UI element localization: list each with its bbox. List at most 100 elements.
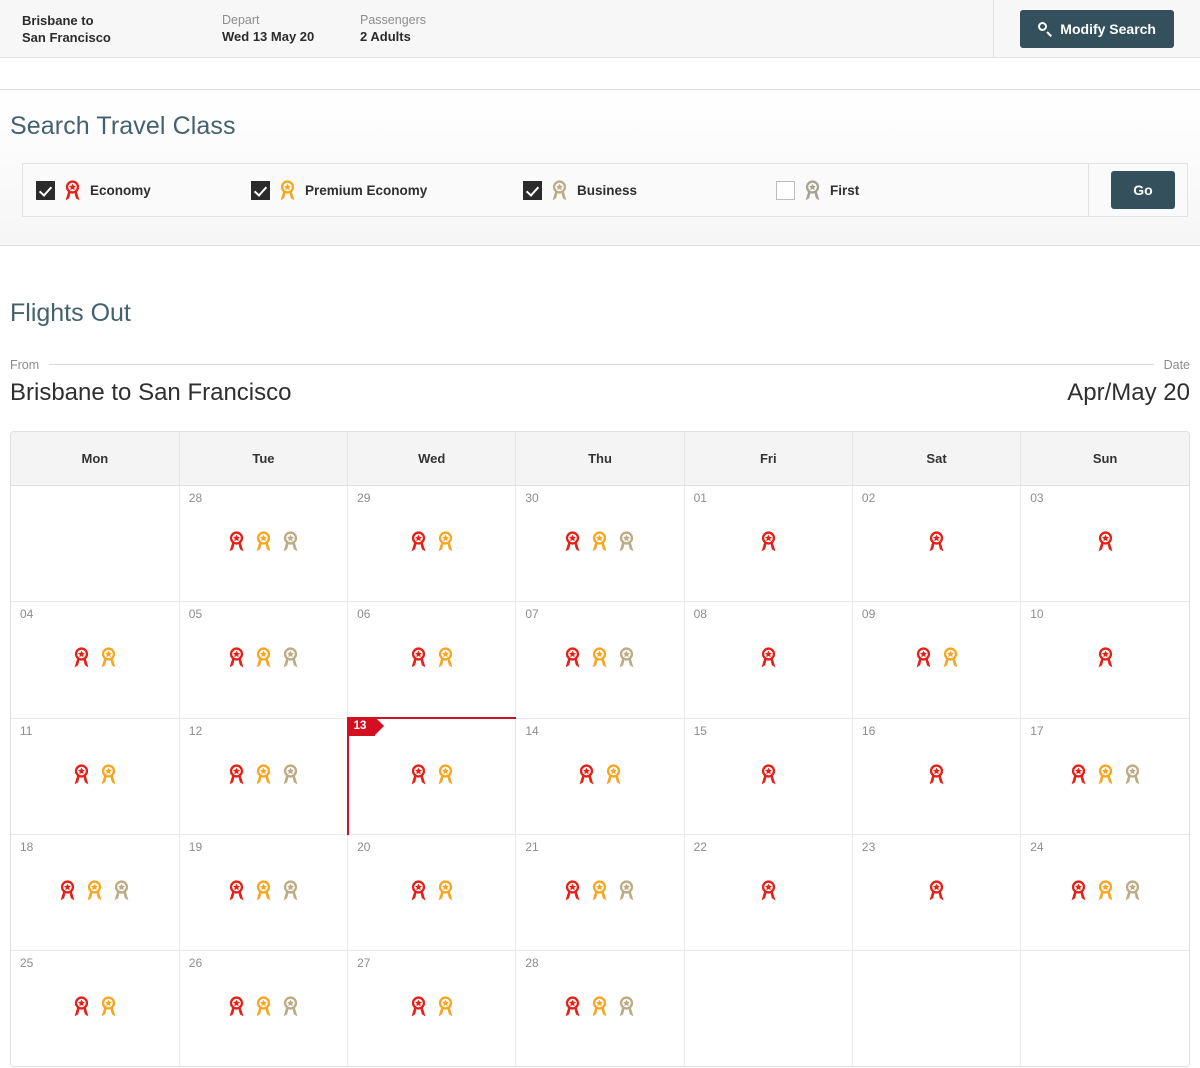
calendar-day-cell[interactable]: 28 [179,485,349,602]
calendar-day-cell[interactable]: 22 [684,834,853,951]
calendar-cell-empty [1020,950,1189,1066]
calendar-class-badges [853,530,1020,552]
calendar-day-cell[interactable]: 08 [684,601,853,719]
summary-depart-label: Depart [222,13,260,27]
calendar-cell-empty [11,485,180,602]
rosette-icon-premium [942,646,959,668]
rosette-icon-premium-economy [279,179,296,201]
rosette-icon-economy [410,995,427,1017]
go-button-container: Go [1088,164,1187,216]
calendar-class-badges [348,879,515,901]
calendar-day-cell[interactable]: 06 [347,601,517,719]
calendar-day-cell[interactable]: 20 [347,834,517,951]
calendar-day-cell[interactable]: 14 [515,718,685,835]
rosette-icon-business [618,995,635,1017]
calendar-day-number: 02 [861,491,876,505]
calendar-day-number: 20 [357,840,371,854]
calendar-weekday-wed: Wed [347,432,517,486]
calendar-day-cell[interactable]: 19 [179,834,349,951]
rosette-icon-premium [591,879,608,901]
calendar-day-cell[interactable]: 29 [347,485,517,602]
rosette-icon-economy [228,879,245,901]
calendar-class-badges [180,763,347,785]
checkbox-first[interactable] [776,180,795,200]
rosette-icon-premium [605,763,622,785]
calendar-class-badges [1021,530,1189,552]
summary-route-line2: San Francisco [22,29,111,45]
calendar-day-cell[interactable]: 07 [515,601,685,719]
travel-class-option-first[interactable]: First [776,179,976,201]
calendar-class-badges [348,995,515,1017]
calendar-day-cell[interactable]: 25 [11,950,180,1066]
rosette-icon-economy [410,646,427,668]
travel-class-option-business[interactable]: Business [523,179,776,201]
calendar-day-cell[interactable]: 27 [347,950,517,1066]
calendar-week-row: 18 19 20 21 22 23 24 [11,834,1189,951]
calendar-day-cell-selected[interactable]: 13 [346,717,517,835]
calendar-class-badges [180,530,347,552]
calendar-day-cell[interactable]: 12 [179,718,349,835]
calendar-week-row: 04 05 06 07 08 09 10 [11,601,1189,719]
calendar-day-cell[interactable]: 30 [515,485,685,602]
search-travel-class-panel: Search Travel Class Economy Premium Econ… [0,89,1200,246]
calendar-day-cell[interactable]: 16 [852,718,1022,835]
rosette-icon-economy [59,879,76,901]
rosette-icon-economy [410,879,427,901]
calendar-day-number: 24 [1030,840,1044,854]
calendar-weekday-sat: Sat [852,432,1022,486]
calendar-day-cell[interactable]: 17 [1020,718,1189,835]
calendar-day-cell[interactable]: 28 [515,950,685,1066]
calendar-class-badges [516,646,683,668]
calendar-day-cell[interactable]: 01 [684,485,853,602]
rosette-icon-economy [73,763,90,785]
rosette-icon-economy [578,763,595,785]
calendar-day-cell[interactable]: 24 [1020,834,1189,951]
calendar-day-cell[interactable]: 10 [1020,601,1189,719]
rosette-icon-economy [564,995,581,1017]
calendar-day-cell[interactable]: 23 [852,834,1022,951]
calendar-day-cell[interactable]: 03 [1020,485,1189,602]
travel-class-label-business: Business [577,182,638,198]
calendar-day-number: 03 [1030,491,1044,505]
modify-search-button[interactable]: Modify Search [1020,9,1174,48]
checkbox-economy[interactable] [36,180,55,200]
rosette-icon-economy [64,179,81,201]
calendar-day-cell[interactable]: 11 [11,718,180,835]
rosette-icon-economy [410,530,427,552]
calendar-week-row: 11 12 13 14 15 16 17 [11,717,1189,835]
calendar-class-badges [685,879,852,901]
travel-class-option-premium-economy[interactable]: Premium Economy [251,179,523,201]
calendar-class-badges [1021,646,1189,668]
travel-class-option-economy[interactable]: Economy [36,179,251,201]
calendar-class-badges [180,879,347,901]
calendar-day-cell[interactable]: 09 [852,601,1022,719]
calendar-day-cell[interactable]: 05 [179,601,349,719]
go-button[interactable]: Go [1111,171,1175,209]
calendar-day-number: 18 [20,840,34,854]
calendar-class-badges [685,530,852,552]
rosette-icon-premium [1097,763,1114,785]
rosette-icon-business [618,879,635,901]
calendar-table: Mon Tue Wed Thu Fri Sat Sun 28 29 30 01 02 03… [11,432,1189,1066]
calendar-day-cell[interactable]: 21 [515,834,685,951]
calendar-weekday-mon: Mon [11,432,180,486]
checkbox-business[interactable] [523,180,542,200]
calendar-day-number: 22 [693,840,707,854]
calendar-day-cell[interactable]: 15 [684,718,853,835]
calendar-day-cell[interactable]: 04 [11,601,180,719]
calendar-day-number: 05 [188,607,203,621]
rosette-icon-economy [1097,530,1114,552]
calendar-cell-empty [852,950,1022,1066]
calendar-class-badges [853,763,1020,785]
calendar-day-number: 27 [357,956,371,970]
rosette-icon-economy [228,763,245,785]
calendar-day-cell[interactable]: 26 [179,950,349,1066]
calendar-day-cell[interactable]: 02 [852,485,1022,602]
calendar-class-badges [685,646,852,668]
calendar-class-badges [180,646,347,668]
availability-calendar: Mon Tue Wed Thu Fri Sat Sun 28 29 30 01 02 03… [10,431,1190,1067]
rosette-icon-premium [591,646,608,668]
calendar-day-cell[interactable]: 18 [11,834,180,951]
checkbox-premium-economy[interactable] [251,180,270,200]
rosette-icon-economy [928,763,945,785]
